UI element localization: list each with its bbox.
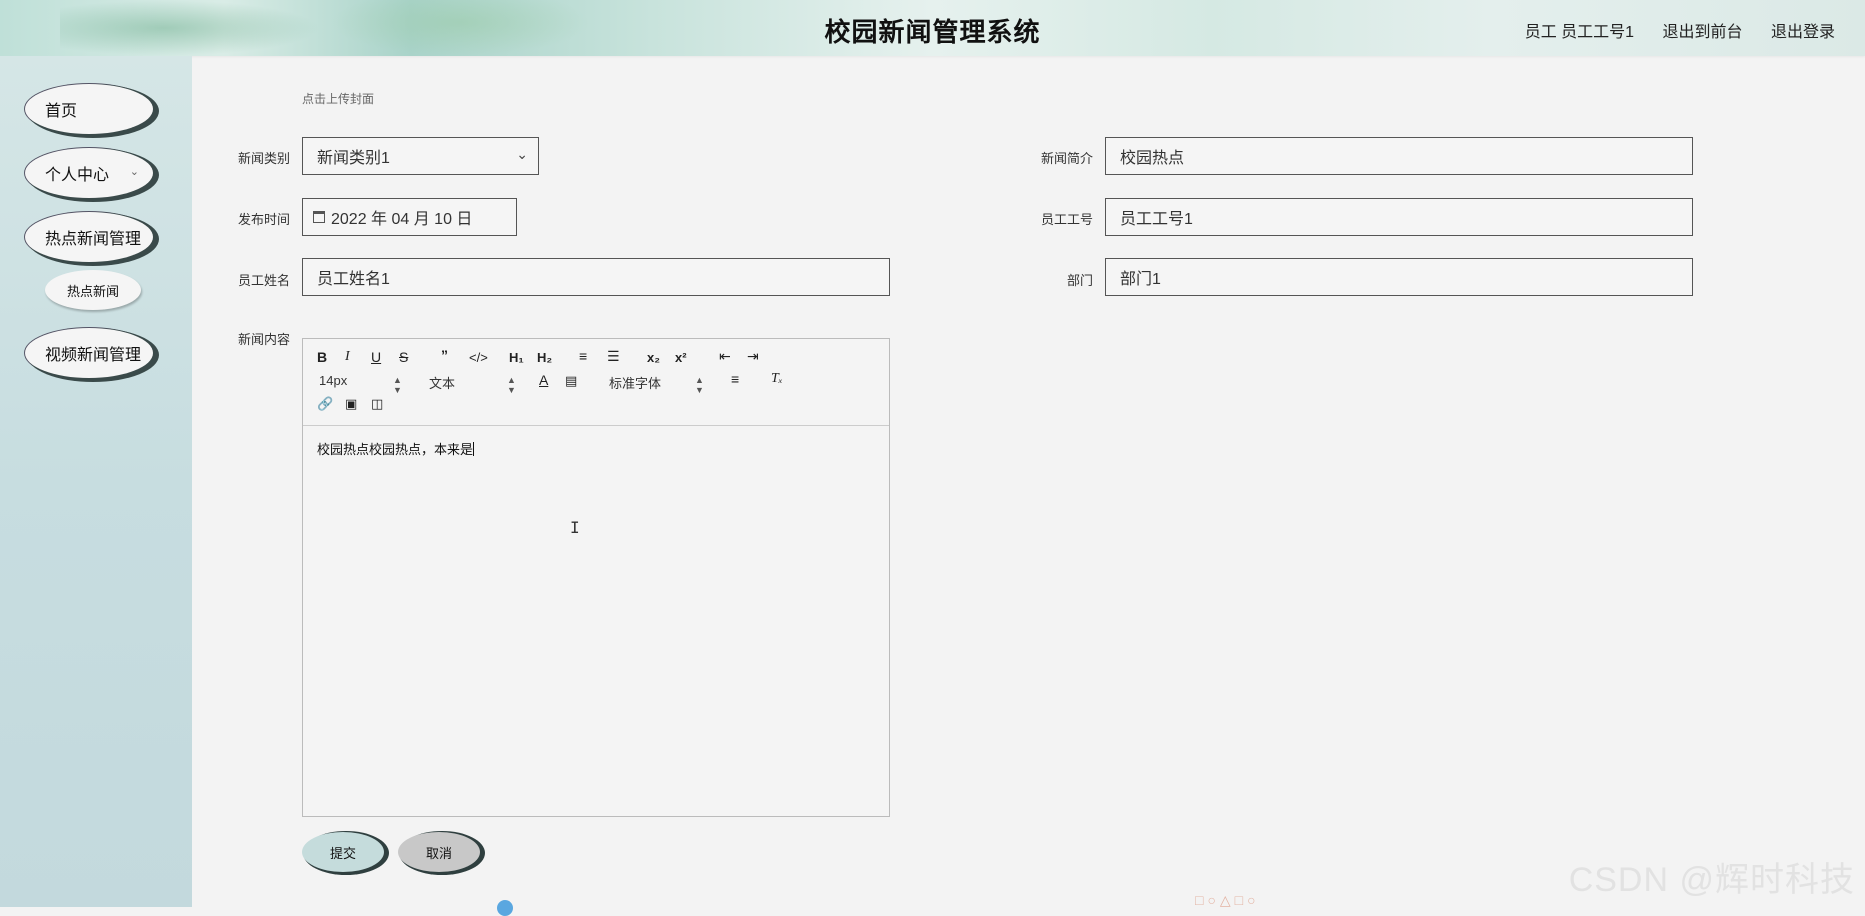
emp-no-label: 员工工号 <box>1040 212 1093 227</box>
sidebar-item-personal-center[interactable]: 个人中心 ⌄ <box>25 148 153 198</box>
sidebar: 首页 个人中心 ⌄ 热点新闻管理 热点新闻 视频新闻管理 <box>0 56 192 907</box>
editor-text: 校园热点校园热点，本来是 <box>317 442 474 457</box>
sidebar-item-video-news-management[interactable]: 视频新闻管理 <box>25 328 153 378</box>
sidebar-item-label: 视频新闻管理 <box>45 347 142 364</box>
dept-value: 部门1 <box>1120 271 1161 288</box>
watermark: CSDN @辉时科技 <box>1568 861 1855 899</box>
bold-icon[interactable]: B <box>317 349 327 365</box>
align-icon[interactable]: ≡ <box>731 371 739 387</box>
publish-time-picker[interactable]: 2022 年 04 月 10 日 <box>302 198 517 236</box>
header-2-icon[interactable]: H₂ <box>537 350 552 365</box>
current-user: 员工 员工工号1 <box>1524 24 1635 41</box>
font-color-icon[interactable]: A <box>539 372 548 388</box>
emp-name-label: 员工姓名 <box>237 273 290 288</box>
floating-icon <box>497 900 513 916</box>
logout-link[interactable]: 退出登录 <box>1771 24 1835 41</box>
italic-icon[interactable]: I <box>345 349 350 365</box>
bullet-list-icon[interactable]: ☰ <box>607 348 620 365</box>
header-1-icon[interactable]: H₁ <box>509 350 524 365</box>
updown-icon: ▲ ▼ <box>695 375 704 395</box>
category-select[interactable]: 新闻类别1 ⌄ <box>302 137 539 175</box>
text-cursor-icon: I <box>570 518 580 537</box>
subscript-icon[interactable]: x₂ <box>647 350 660 365</box>
font-size-select[interactable]: 14px ▲ ▼ <box>319 373 402 395</box>
emp-name-input[interactable]: 员工姓名1 <box>302 258 890 296</box>
font-family-value: 标准字体 <box>609 376 662 391</box>
font-size-value: 14px <box>319 373 348 388</box>
video-icon[interactable]: ◫ <box>371 396 383 412</box>
code-block-icon[interactable]: </> <box>469 350 488 365</box>
sidebar-item-home[interactable]: 首页 <box>25 84 153 134</box>
ime-toolbar-icon: □○△□○ <box>1195 892 1260 908</box>
block-format-select[interactable]: 文本 ▲ ▼ <box>429 373 516 395</box>
top-header: 校园新闻管理系统 员工 员工工号1 退出到前台 退出登录 <box>0 0 1865 56</box>
header-actions: 员工 员工工号1 退出到前台 退出登录 <box>1501 18 1835 42</box>
submit-button[interactable]: 提交 <box>302 832 384 872</box>
category-value: 新闻类别1 <box>317 150 390 167</box>
chevron-down-icon: ⌄ <box>516 146 528 162</box>
dept-label: 部门 <box>1066 273 1093 288</box>
clear-format-icon[interactable]: Tₓ <box>771 371 783 387</box>
editor-content[interactable]: 校园热点校园热点，本来是 <box>317 439 475 458</box>
image-icon[interactable]: ▣ <box>345 396 357 412</box>
link-icon[interactable]: 🔗 <box>317 396 333 412</box>
emp-no-value: 员工工号1 <box>1120 211 1193 228</box>
exit-to-front-link[interactable]: 退出到前台 <box>1663 24 1743 41</box>
block-format-value: 文本 <box>429 376 456 391</box>
font-family-select[interactable]: 标准字体 ▲ ▼ <box>609 373 704 395</box>
sidebar-item-hot-news-management[interactable]: 热点新闻管理 <box>25 212 153 262</box>
publish-time-label: 发布时间 <box>237 212 290 227</box>
category-label: 新闻类别 <box>237 151 290 166</box>
upload-cover-link[interactable]: 点击上传封面 <box>302 90 374 107</box>
text-caret <box>473 442 475 456</box>
updown-icon: ▲ ▼ <box>393 375 402 395</box>
cancel-button[interactable]: 取消 <box>398 832 480 872</box>
emp-no-input[interactable]: 员工工号1 <box>1105 198 1693 236</box>
strike-icon[interactable]: S <box>399 349 408 365</box>
calendar-icon <box>313 211 325 223</box>
indent-icon[interactable]: ⇥ <box>747 348 759 365</box>
summary-label: 新闻简介 <box>1040 151 1093 166</box>
chevron-down-icon: ⌄ <box>129 166 139 178</box>
underline-icon[interactable]: U <box>371 349 381 365</box>
rich-text-editor: B I U S ” </> H₁ H₂ ≡ ☰ x₂ x² ⇤ ⇥ 14px ▲… <box>302 338 890 817</box>
ordered-list-icon[interactable]: ≡ <box>579 348 587 364</box>
editor-toolbar: B I U S ” </> H₁ H₂ ≡ ☰ x₂ x² ⇤ ⇥ 14px ▲… <box>303 339 889 426</box>
superscript-icon[interactable]: x² <box>675 350 687 365</box>
sidebar-item-label: 热点新闻 <box>66 283 119 299</box>
background-color-icon[interactable]: ▤ <box>565 373 577 389</box>
publish-time-value: 2022 年 04 月 10 日 <box>331 211 473 228</box>
summary-input[interactable]: 校园热点 <box>1105 137 1693 175</box>
sidebar-item-label: 个人中心 <box>45 167 110 184</box>
dept-input[interactable]: 部门1 <box>1105 258 1693 296</box>
updown-icon: ▲ ▼ <box>507 375 516 395</box>
summary-value: 校园热点 <box>1120 150 1185 167</box>
sidebar-subitem-hot-news[interactable]: 热点新闻 <box>45 270 141 310</box>
content-label: 新闻内容 <box>237 332 290 347</box>
sidebar-item-label: 首页 <box>45 103 78 120</box>
cancel-button-label: 取消 <box>425 845 452 861</box>
blockquote-icon[interactable]: ” <box>441 347 448 363</box>
submit-button-label: 提交 <box>329 845 356 861</box>
emp-name-value: 员工姓名1 <box>317 271 390 288</box>
sidebar-item-label: 热点新闻管理 <box>45 231 142 248</box>
outdent-icon[interactable]: ⇤ <box>719 348 731 365</box>
